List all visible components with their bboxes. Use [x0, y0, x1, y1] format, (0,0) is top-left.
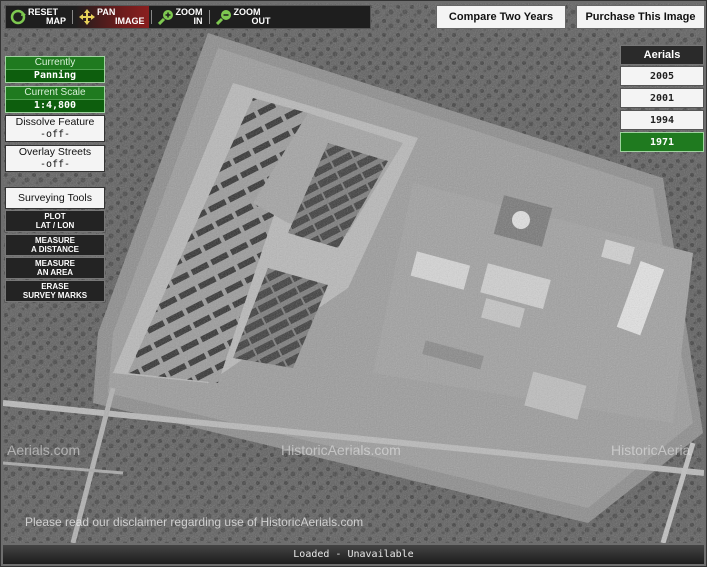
aerial-photo: [3, 3, 704, 543]
measure-distance-label-1: MEASURE: [34, 236, 75, 245]
watermark: Aerials.com: [7, 442, 81, 458]
map-toolbar: RESET MAP PAN IMAGE ZOOM IN ZOOM OUT: [5, 5, 371, 29]
reset-label-2: MAP: [46, 16, 66, 26]
erase-label-1: ERASE: [41, 282, 69, 291]
reset-icon: [10, 9, 26, 25]
toolbar-divider: [150, 10, 152, 24]
watermark: HistoricAeria: [611, 442, 691, 458]
zoom-out-icon: [215, 10, 231, 25]
measure-distance-button[interactable]: MEASURE A DISTANCE: [5, 234, 105, 256]
plot-lat-lon-button[interactable]: PLOT LAT / LON: [5, 210, 105, 232]
year-1994-button[interactable]: 1994: [620, 110, 704, 130]
toolbar-divider: [208, 10, 210, 24]
current-scale-label: Current Scale: [24, 87, 86, 98]
pan-image-button[interactable]: PAN IMAGE: [75, 6, 149, 28]
zoom-out-label-2: OUT: [251, 16, 271, 26]
current-mode-label: Currently: [34, 57, 76, 68]
current-scale-value: 1:4,800: [6, 99, 104, 112]
measure-area-button[interactable]: MEASURE AN AREA: [5, 257, 105, 279]
zoom-out-button[interactable]: ZOOM OUT: [212, 6, 275, 28]
overlay-streets-value: -off-: [39, 159, 71, 170]
aerials-header: Aerials: [620, 45, 704, 65]
pan-icon: [79, 9, 95, 25]
measure-area-label-2: AN AREA: [36, 268, 74, 277]
aerial-map[interactable]: [3, 3, 704, 543]
current-mode-panel: Currently Panning: [5, 56, 105, 83]
compare-two-years-button[interactable]: Compare Two Years: [436, 5, 566, 29]
zoom-in-label-2: IN: [193, 16, 203, 26]
year-1971-button[interactable]: 1971: [620, 132, 704, 152]
app-frame: RESET MAP PAN IMAGE ZOOM IN ZOOM OUT Com…: [0, 0, 707, 567]
plot-label-2: LAT / LON: [35, 221, 75, 230]
plot-label-1: PLOT: [44, 212, 66, 221]
year-2001-button[interactable]: 2001: [620, 88, 704, 108]
erase-label-2: SURVEY MARKS: [22, 291, 88, 300]
watermark: HistoricAerials.com: [281, 442, 401, 458]
toolbar-divider: [72, 10, 73, 24]
disclaimer-link[interactable]: Please read our disclaimer regarding use…: [25, 515, 363, 529]
erase-survey-marks-button[interactable]: ERASE SURVEY MARKS: [5, 280, 105, 302]
current-scale-panel: Current Scale 1:4,800: [5, 86, 105, 113]
reset-map-button[interactable]: RESET MAP: [6, 6, 70, 28]
overlay-streets-toggle[interactable]: Overlay Streets -off-: [5, 145, 105, 172]
overlay-streets-label: Overlay Streets: [18, 146, 92, 158]
surveying-tools-header: Surveying Tools: [5, 187, 105, 209]
dissolve-feature-label: Dissolve Feature: [15, 116, 95, 128]
zoom-in-icon: [157, 10, 173, 25]
dissolve-feature-toggle[interactable]: Dissolve Feature -off-: [5, 115, 105, 142]
status-bar: Loaded - Unavailable: [3, 545, 704, 564]
measure-area-label-1: MEASURE: [34, 259, 75, 268]
year-2005-button[interactable]: 2005: [620, 66, 704, 86]
current-mode-value: Panning: [6, 69, 104, 82]
pan-label-2: IMAGE: [115, 16, 145, 26]
measure-distance-label-2: A DISTANCE: [31, 245, 79, 254]
purchase-image-button[interactable]: Purchase This Image: [576, 5, 705, 29]
dissolve-feature-value: -off-: [39, 129, 71, 140]
zoom-in-button[interactable]: ZOOM IN: [154, 6, 207, 28]
